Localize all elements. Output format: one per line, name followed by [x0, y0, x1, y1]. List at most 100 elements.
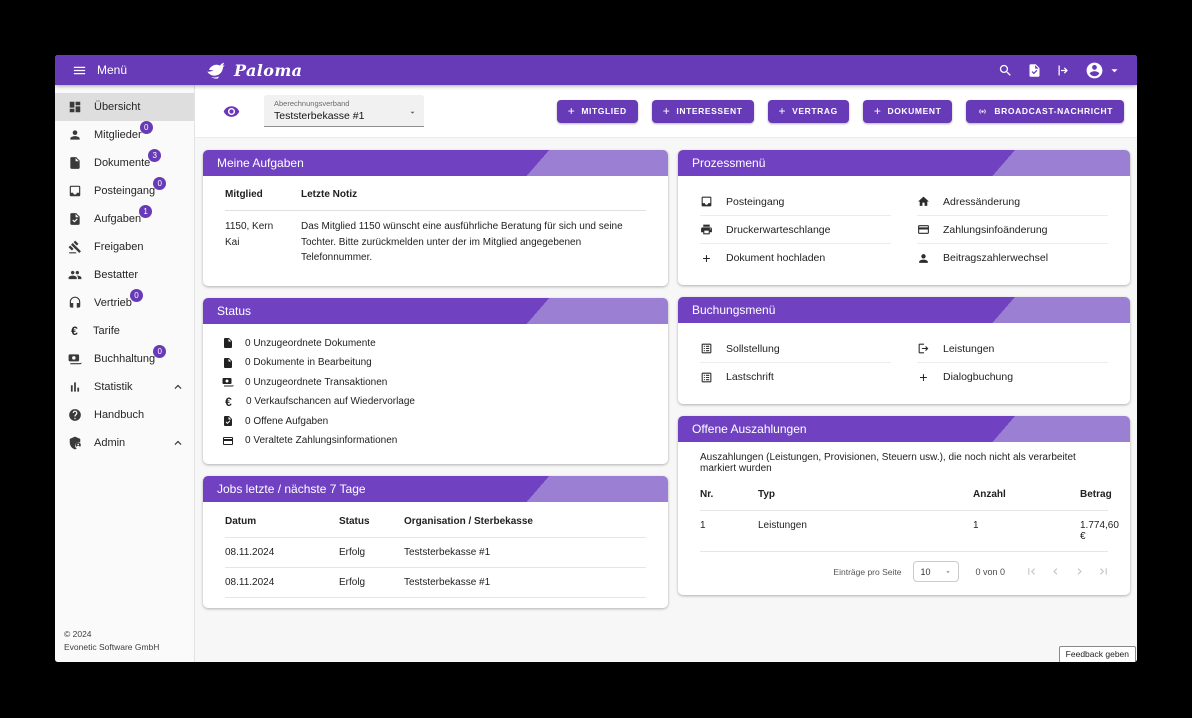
- next-page-button[interactable]: [1073, 565, 1086, 578]
- add-icon: +: [568, 105, 576, 117]
- column-header: Mitglied: [225, 189, 287, 200]
- feedback-button[interactable]: Feedback geben: [1059, 646, 1136, 662]
- status-item-offene-aufgaben[interactable]: 0 Offene Aufgaben: [222, 412, 646, 432]
- sidebar-item-label: Freigaben: [94, 241, 144, 253]
- add-icon: +: [700, 251, 713, 265]
- menu-item-leistungen[interactable]: Leistungen: [917, 335, 1108, 363]
- logout-button[interactable]: [1054, 61, 1073, 80]
- status-item-unzugeordnete-dokumente[interactable]: 0 Unzugeordnete Dokumente: [222, 334, 646, 354]
- sidebar-item-mitglieder[interactable]: Mitglieder0: [55, 121, 194, 149]
- broadcast-button[interactable]: BROADCAST-NACHRICHT: [966, 100, 1124, 123]
- person-icon: [917, 252, 930, 265]
- menu-label: Menü: [97, 63, 127, 77]
- app-window: Menü Paloma Übersicht Mitglieder0: [55, 55, 1137, 662]
- menu-item-sollstellung[interactable]: Sollstellung: [700, 335, 891, 363]
- sidebar-item-buchhaltung[interactable]: Buchhaltung0: [55, 345, 194, 373]
- sidebar-item-vertrieb[interactable]: Vertrieb0: [55, 289, 194, 317]
- page-range: 0 von 0: [975, 567, 1005, 577]
- cell-datum: 08.11.2024: [225, 547, 339, 558]
- copyright-company: Evonetic Software GmbH: [64, 641, 159, 653]
- status-item-veraltete-zahlungsinformationen[interactable]: 0 Veraltete Zahlungsinformationen: [222, 431, 646, 451]
- sidebar-item-dokumente[interactable]: Dokumente3: [55, 149, 194, 177]
- sidebar-item-handbuch[interactable]: Handbuch: [55, 401, 194, 429]
- caret-down-icon: [1107, 63, 1122, 78]
- sidebar-item-admin[interactable]: Admin: [55, 429, 194, 457]
- sidebar-item-label: Buchhaltung: [94, 353, 155, 365]
- add-mitglied-button[interactable]: +MITGLIED: [557, 100, 638, 123]
- table-header-row: Mitglied Letzte Notiz: [225, 180, 646, 211]
- search-icon: [998, 63, 1013, 78]
- copyright-year: © 2024: [64, 628, 159, 640]
- app-name: Paloma: [234, 61, 302, 80]
- list-icon: [700, 342, 713, 355]
- toolbar-buttons: +MITGLIED +INTERESSENT +VERTRAG +DOKUMEN…: [557, 100, 1124, 123]
- sidebar-item-tarife[interactable]: € Tarife: [55, 317, 194, 345]
- menu-button[interactable]: Menü: [55, 55, 195, 85]
- card-offene-auszahlungen: Offene Auszahlungen Auszahlungen (Leistu…: [678, 416, 1130, 595]
- column-header: Datum: [225, 516, 339, 527]
- sidebar-item-label: Handbuch: [94, 409, 144, 421]
- previous-page-button[interactable]: [1049, 565, 1062, 578]
- caret-down-icon: [408, 108, 417, 117]
- first-page-icon: [1025, 565, 1038, 578]
- task-document-icon: [1027, 63, 1042, 78]
- account-menu-button[interactable]: [1083, 59, 1124, 82]
- table-row[interactable]: 08.11.2024 Erfolg Teststerbekasse #1: [225, 538, 646, 568]
- card-title: Prozessmenü: [678, 150, 1130, 176]
- sidebar-item-label: Vertrieb: [94, 297, 132, 309]
- card-title: Status: [203, 298, 668, 324]
- menu-item-beitragszahlerwechsel[interactable]: Beitragszahlerwechsel: [917, 244, 1108, 272]
- abrechnungsverband-select[interactable]: Aberechnungsverband Teststerbekasse #1: [264, 95, 424, 127]
- dashboard-icon: [68, 100, 82, 114]
- sidebar-item-label: Übersicht: [94, 101, 140, 113]
- cell-nr: 1: [700, 520, 758, 531]
- tasks-button[interactable]: [1025, 61, 1044, 80]
- menu-item-dokument-hochladen[interactable]: + Dokument hochladen: [700, 244, 891, 272]
- help-icon: [68, 408, 82, 422]
- add-interessent-button[interactable]: +INTERESSENT: [652, 100, 754, 123]
- menu-item-posteingang[interactable]: Posteingang: [700, 188, 891, 216]
- search-button[interactable]: [996, 61, 1015, 80]
- dashboard-content: Meine Aufgaben Mitglied Letzte Notiz 115…: [195, 138, 1137, 662]
- sidebar-item-statistik[interactable]: Statistik: [55, 373, 194, 401]
- card-status: Status 0 Unzugeordnete Dokumente 0 Dokum…: [203, 298, 668, 464]
- table-row[interactable]: 1150, Kern Kai Das Mitglied 1150 wünscht…: [225, 211, 646, 276]
- cell-status: Erfolg: [339, 547, 404, 558]
- hamburger-menu-icon: [72, 63, 87, 78]
- sidebar-item-freigaben[interactable]: Freigaben: [55, 233, 194, 261]
- app-logo: Paloma: [205, 59, 302, 81]
- sidebar-badge: 3: [148, 149, 161, 162]
- account-circle-icon: [1085, 61, 1104, 80]
- menu-item-adressaenderung[interactable]: Adressänderung: [917, 188, 1108, 216]
- sidebar-item-bestatter[interactable]: Bestatter: [55, 261, 194, 289]
- add-dokument-button[interactable]: +DOKUMENT: [863, 100, 953, 123]
- home-icon: [917, 195, 930, 208]
- table-row[interactable]: 1 Leistungen 1 1.774,60 €: [700, 511, 1108, 552]
- status-item-dokumente-bearbeitung[interactable]: 0 Dokumente in Bearbeitung: [222, 353, 646, 373]
- sidebar-item-aufgaben[interactable]: Aufgaben1: [55, 205, 194, 233]
- status-item-unzugeordnete-transaktionen[interactable]: 0 Unzugeordnete Transaktionen: [222, 373, 646, 393]
- sidebar-item-uebersicht[interactable]: Übersicht: [55, 93, 194, 121]
- sidebar-item-label: Statistik: [94, 381, 133, 393]
- page-size-select[interactable]: 10: [913, 561, 959, 582]
- add-vertrag-button[interactable]: +VERTRAG: [768, 100, 849, 123]
- page-size-label: Einträge pro Seite: [833, 567, 901, 577]
- add-icon: +: [779, 105, 787, 117]
- menu-item-zahlungsinfoaenderung[interactable]: Zahlungsinfoänderung: [917, 216, 1108, 244]
- topbar-actions: [996, 59, 1137, 82]
- status-item-verkaufschancen[interactable]: € 0 Verkaufschancen auf Wiedervorlage: [222, 392, 646, 412]
- menu-item-dialogbuchung[interactable]: + Dialogbuchung: [917, 363, 1108, 391]
- task-document-icon: [68, 212, 82, 226]
- menu-item-lastschrift[interactable]: Lastschrift: [700, 363, 891, 391]
- sidebar-item-posteingang[interactable]: Posteingang0: [55, 177, 194, 205]
- menu-item-druckerwarteschlange[interactable]: Druckerwarteschlange: [700, 216, 891, 244]
- table-row[interactable]: 08.11.2024 Erfolg Teststerbekasse #1: [225, 568, 646, 598]
- sidebar-item-label: Mitglieder: [94, 129, 142, 141]
- card-jobs: Jobs letzte / nächste 7 Tage Datum Statu…: [203, 476, 668, 608]
- card-meine-aufgaben: Meine Aufgaben Mitglied Letzte Notiz 115…: [203, 150, 668, 286]
- first-page-button[interactable]: [1025, 565, 1038, 578]
- last-page-button[interactable]: [1097, 565, 1110, 578]
- visibility-button[interactable]: [223, 103, 240, 120]
- add-icon: +: [874, 105, 882, 117]
- sidebar-badge: 1: [139, 205, 152, 218]
